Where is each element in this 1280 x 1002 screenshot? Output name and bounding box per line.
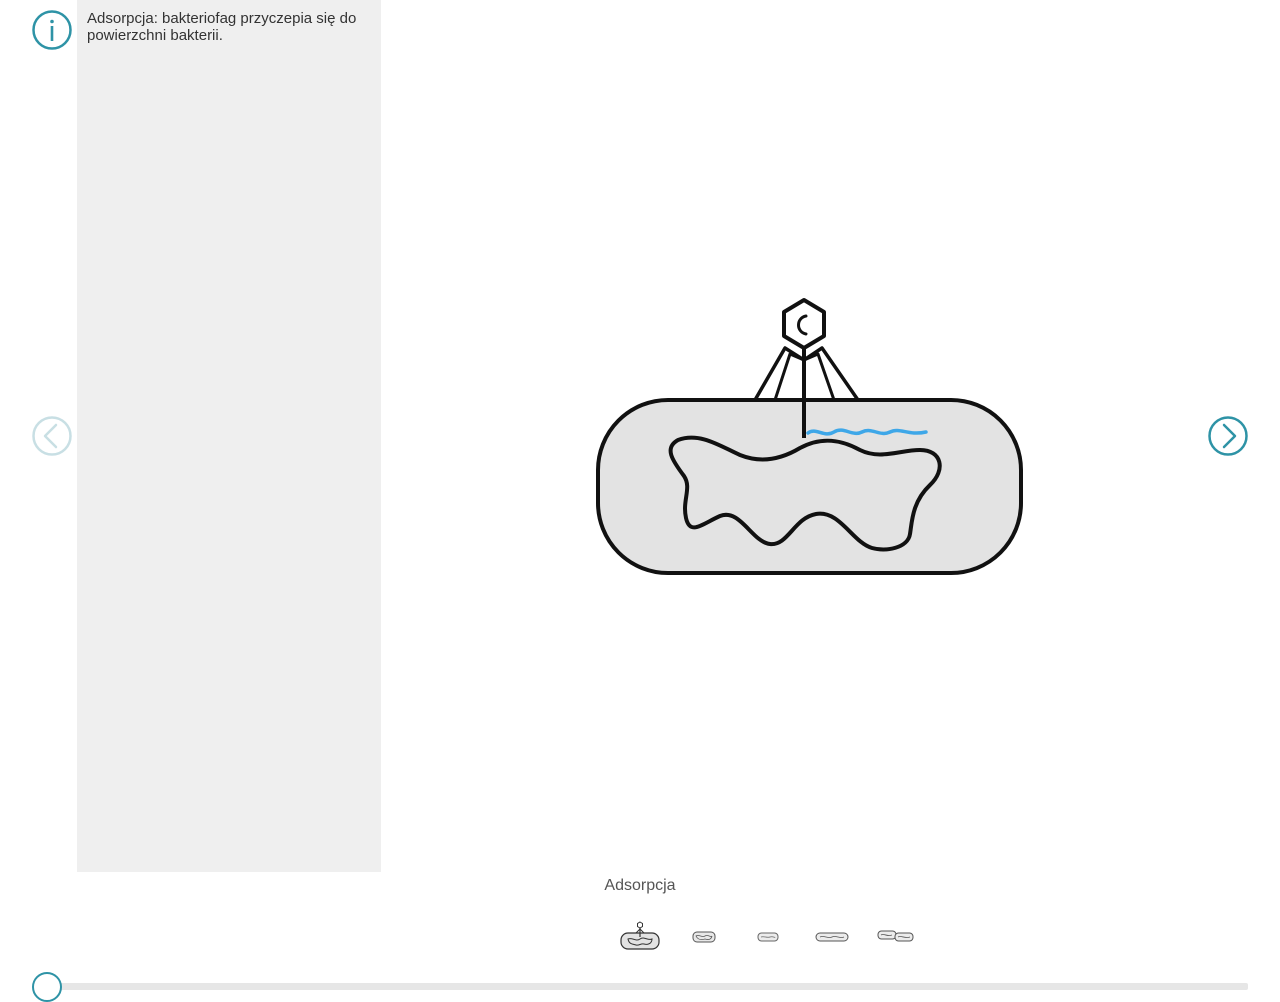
bacterium-cell	[596, 398, 1023, 575]
thumbnail-division[interactable]	[868, 918, 924, 954]
step-thumbnails	[612, 918, 924, 954]
previous-step-button[interactable]	[32, 416, 72, 456]
info-panel: Adsorpcja: bakteriofag przyczepia się do…	[77, 0, 381, 872]
step-description: Adsorpcja: bakteriofag przyczepia się do…	[87, 10, 357, 44]
info-icon	[32, 10, 72, 50]
thumbnail-replication[interactable]	[740, 918, 796, 954]
thumbnail-adsorption[interactable]	[612, 918, 668, 954]
thumbnail-injection[interactable]	[676, 918, 732, 954]
next-step-button[interactable]	[1208, 416, 1248, 456]
step-caption: Adsorpcja	[604, 877, 676, 894]
division-thumbnail-icon	[877, 930, 914, 942]
timeline-slider[interactable]	[32, 970, 1248, 1002]
adsorption-thumbnail-icon	[620, 921, 660, 950]
replication-thumbnail-icon	[757, 932, 779, 942]
timeline-handle[interactable]	[32, 972, 62, 1002]
chevron-left-circle-icon	[32, 416, 72, 456]
info-button[interactable]	[32, 10, 72, 50]
timeline-track[interactable]	[48, 983, 1248, 990]
injection-thumbnail-icon	[692, 931, 716, 943]
elongated-cell-thumbnail-icon	[815, 932, 849, 942]
thumbnail-elongation[interactable]	[804, 918, 860, 954]
animation-viewer: Adsorpcja: bakteriofag przyczepia się do…	[0, 0, 1280, 1002]
illustration-stage	[590, 290, 1030, 582]
chevron-right-circle-icon	[1208, 416, 1248, 456]
bacteriophage-adsorption-illustration	[596, 298, 1023, 575]
